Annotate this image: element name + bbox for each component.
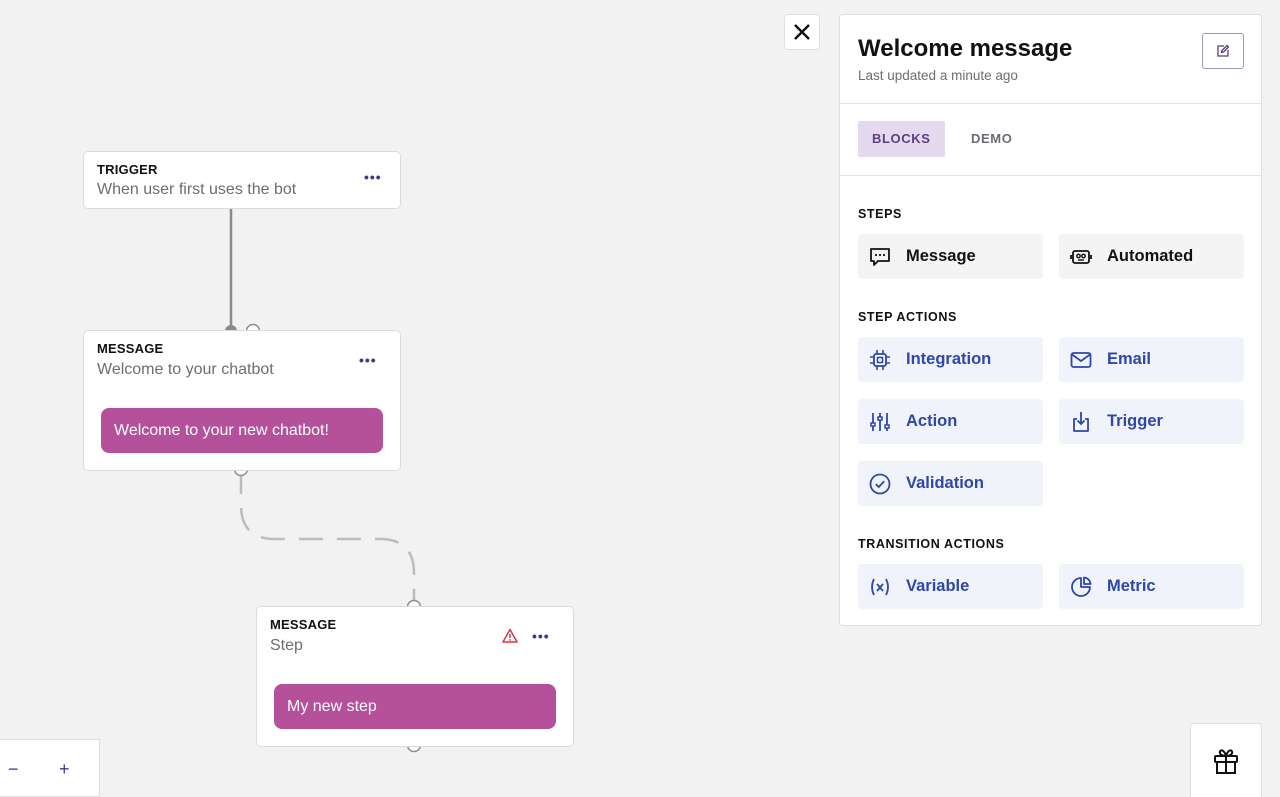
block-metric[interactable]: Metric xyxy=(1059,564,1244,609)
panel-title: Welcome message xyxy=(858,35,1073,62)
more-menu-button[interactable]: ••• xyxy=(359,352,377,368)
block-integration[interactable]: Integration xyxy=(858,337,1043,382)
tab-blocks[interactable]: BLOCKS xyxy=(858,121,945,157)
tap-icon xyxy=(1069,410,1093,434)
node-type-label: TRIGGER xyxy=(97,162,158,177)
panel-subtitle: Last updated a minute ago xyxy=(858,68,1018,83)
node-type-label: MESSAGE xyxy=(97,341,164,356)
more-menu-button[interactable]: ••• xyxy=(364,169,382,185)
block-label: Message xyxy=(906,247,976,265)
message-bubble[interactable]: Welcome to your new chatbot! xyxy=(101,408,383,453)
tab-demo[interactable]: DEMO xyxy=(957,121,1026,157)
block-label: Automated xyxy=(1107,247,1194,265)
section-label-transition-actions: TRANSITION ACTIONS xyxy=(858,537,1005,551)
warning-icon[interactable] xyxy=(502,628,518,644)
edit-icon xyxy=(1217,44,1230,57)
block-action[interactable]: Action xyxy=(858,399,1043,444)
node-type-label: MESSAGE xyxy=(270,617,337,632)
close-icon xyxy=(794,24,810,40)
blocks-panel: Welcome message Last updated a minute ag… xyxy=(839,14,1262,626)
more-menu-button[interactable]: ••• xyxy=(532,628,550,644)
edit-button[interactable] xyxy=(1202,33,1244,69)
dashed-connector xyxy=(239,470,416,606)
node-title: When user first uses the bot xyxy=(97,181,297,198)
pie-chart-icon xyxy=(1069,575,1093,599)
section-label-step-actions: STEP ACTIONS xyxy=(858,310,957,324)
zoom-out-button[interactable]: − xyxy=(8,759,19,780)
gift-button[interactable] xyxy=(1190,723,1262,797)
block-label: Trigger xyxy=(1107,412,1163,430)
variable-icon xyxy=(868,575,892,599)
gift-icon xyxy=(1214,748,1238,774)
block-label: Metric xyxy=(1107,577,1156,595)
chat-bubble-icon xyxy=(868,245,892,269)
block-automated[interactable]: Automated xyxy=(1059,234,1244,279)
divider xyxy=(840,175,1261,176)
chip-icon xyxy=(868,348,892,372)
divider xyxy=(840,103,1261,104)
block-label: Action xyxy=(906,412,958,430)
close-panel-button[interactable] xyxy=(784,14,820,50)
check-circle-icon xyxy=(868,472,892,496)
message-bubble[interactable]: My new step xyxy=(274,684,556,729)
sliders-icon xyxy=(868,410,892,434)
envelope-icon xyxy=(1069,348,1093,372)
block-label: Validation xyxy=(906,474,984,492)
trigger-node[interactable]: TRIGGER When user first uses the bot ••• xyxy=(83,151,401,209)
node-title: Step xyxy=(270,637,303,654)
block-message[interactable]: Message xyxy=(858,234,1043,279)
block-validation[interactable]: Validation xyxy=(858,461,1043,506)
section-label-steps: STEPS xyxy=(858,207,902,221)
block-email[interactable]: Email xyxy=(1059,337,1244,382)
block-label: Variable xyxy=(906,577,970,595)
node-title: Welcome to your chatbot xyxy=(97,361,274,378)
robot-icon xyxy=(1069,245,1093,269)
block-label: Email xyxy=(1107,350,1152,368)
zoom-in-button[interactable]: + xyxy=(59,759,70,780)
zoom-controls: − + xyxy=(0,739,100,797)
block-trigger[interactable]: Trigger xyxy=(1059,399,1244,444)
block-variable[interactable]: Variable xyxy=(858,564,1043,609)
message-node-welcome[interactable]: MESSAGE Welcome to your chatbot ••• Welc… xyxy=(83,330,401,471)
message-node-step[interactable]: MESSAGE Step ••• My new step xyxy=(256,606,574,747)
block-label: Integration xyxy=(906,350,992,368)
